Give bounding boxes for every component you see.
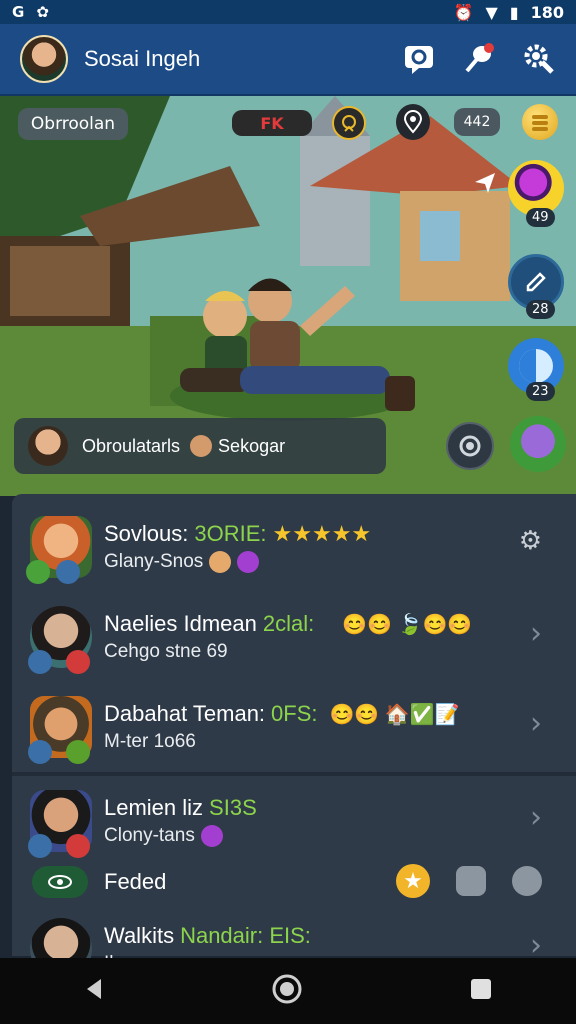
list-item-subtitle: Cehgo stne 69 bbox=[104, 641, 228, 662]
list-item[interactable]: Dabahat Teman: 0FS: 😊😊 🏠✅📝 M-ter 1o66 › bbox=[12, 682, 564, 772]
moon-count-badge: 23 bbox=[526, 382, 555, 401]
eye-toggle[interactable] bbox=[32, 866, 88, 898]
status-icon bbox=[28, 834, 52, 858]
avatar bbox=[26, 516, 92, 584]
status-bar: G ✿ ⏰ ▼ ▮ 180 bbox=[0, 0, 576, 24]
edit-count-badge: 28 bbox=[526, 300, 555, 319]
chat-preview-card[interactable]: Obroulatarls Sekogar bbox=[14, 418, 386, 474]
camera-icon[interactable] bbox=[446, 422, 494, 470]
app-title: Sosai Ingeh bbox=[84, 46, 201, 71]
list-item[interactable]: Sovlous: 3ORIE: ★★★★★ Glany-Snos ⚙ bbox=[12, 502, 564, 592]
notification-icon: ✿ bbox=[36, 3, 49, 21]
feed-label: Feded bbox=[104, 869, 167, 894]
battery-icon: ▮ bbox=[509, 2, 519, 22]
status-icon-2 bbox=[66, 740, 90, 764]
profile-avatar[interactable] bbox=[20, 35, 68, 83]
google-icon: G bbox=[12, 3, 25, 21]
chat-preview-avatar bbox=[28, 426, 68, 466]
star-icon[interactable]: ★ bbox=[396, 864, 430, 898]
puzzle-icon[interactable] bbox=[456, 866, 486, 896]
chevron-right-icon[interactable]: › bbox=[530, 800, 542, 835]
chat-preview-name-1: Obroulatarls bbox=[82, 435, 181, 456]
send-arrow-icon[interactable] bbox=[470, 168, 500, 198]
location-tag[interactable]: Obrroolan bbox=[18, 108, 128, 140]
chat-preview-name-2: Sekogar bbox=[218, 435, 286, 456]
list-item-name: Walkits bbox=[104, 923, 175, 948]
list-item[interactable]: Lemien liz SI3S Clony-tans › bbox=[12, 776, 564, 866]
status-icon bbox=[26, 560, 50, 584]
list-item-subtitle: M-ter 1o66 bbox=[104, 731, 196, 752]
chat-bubble-icon bbox=[200, 825, 223, 847]
achievement-icon[interactable] bbox=[332, 106, 366, 140]
star-rating: ★★★★★ bbox=[272, 521, 372, 546]
navigation-bar bbox=[0, 958, 576, 1024]
avatar bbox=[28, 696, 92, 764]
list-item-tag: Nandair: EIS: bbox=[180, 923, 311, 948]
app-bar: Sosai Ingeh bbox=[0, 24, 576, 96]
avatar bbox=[28, 790, 92, 858]
face-icon bbox=[209, 551, 232, 573]
list-item-name: Dabahat Teman: bbox=[104, 701, 266, 726]
list-item[interactable]: Naelies Idmean 2clal: 😊😊 🍃😊😊 Cehgo stne 69… bbox=[12, 592, 564, 682]
list-item-name: Lemien liz bbox=[104, 795, 204, 820]
status-icon bbox=[28, 740, 52, 764]
status-icon-2 bbox=[66, 650, 90, 674]
feed-row[interactable]: Feded ★ bbox=[12, 856, 564, 908]
recents-icon[interactable] bbox=[469, 977, 493, 1005]
list-item-tag: 3ORIE: bbox=[194, 521, 267, 546]
alarm-icon: ⏰ bbox=[453, 2, 474, 22]
friend-list-panel: Sovlous: 3ORIE: ★★★★★ Glany-Snos ⚙ Naelies… bbox=[12, 494, 576, 980]
emoji-reactions: 😊😊 🍃😊😊 bbox=[342, 613, 473, 636]
signal-icon: ▼ bbox=[485, 2, 498, 22]
list-item-name: Sovlous: bbox=[104, 521, 189, 546]
chat-icon[interactable] bbox=[402, 42, 436, 76]
fk-tag[interactable]: FK bbox=[232, 110, 312, 136]
eye-icon bbox=[48, 875, 72, 889]
avatar bbox=[28, 606, 92, 674]
list-item-subtitle: Glany-Snos bbox=[104, 551, 204, 572]
chat-bubble-icon bbox=[237, 551, 260, 573]
list-item-tag: SI3S bbox=[209, 795, 257, 820]
game-scene: Obrroolan FK 442 49 28 23 Obroulatarls S… bbox=[0, 96, 576, 496]
character-icon[interactable] bbox=[510, 416, 566, 472]
status-icon-2 bbox=[66, 834, 90, 858]
gear-icon[interactable]: ⚙ bbox=[519, 526, 542, 556]
counter-badge: 442 bbox=[454, 108, 500, 136]
home-icon[interactable] bbox=[271, 973, 303, 1009]
status-icon bbox=[28, 650, 52, 674]
clock: 180 bbox=[530, 2, 564, 22]
list-item-subtitle: Clony-tans bbox=[104, 825, 195, 846]
back-icon[interactable] bbox=[83, 977, 105, 1005]
chat-preview-mini-avatar bbox=[190, 435, 213, 457]
orb-count-badge: 49 bbox=[526, 208, 555, 227]
chevron-right-icon[interactable]: › bbox=[530, 706, 542, 741]
status-icon-2 bbox=[56, 560, 80, 584]
tag-icon[interactable] bbox=[512, 866, 542, 896]
location-pin-icon[interactable] bbox=[396, 104, 430, 140]
chevron-right-icon[interactable]: › bbox=[530, 616, 542, 651]
settings-icon[interactable] bbox=[522, 42, 556, 76]
list-item-tag: 2clal: bbox=[262, 611, 315, 636]
notification-icon[interactable] bbox=[462, 42, 496, 76]
emoji-reactions: 😊😊 🏠✅📝 bbox=[329, 703, 460, 726]
coins-icon[interactable] bbox=[522, 104, 558, 140]
list-item-tag: 0FS: bbox=[271, 701, 318, 726]
list-item-name: Naelies Idmean bbox=[104, 611, 257, 636]
